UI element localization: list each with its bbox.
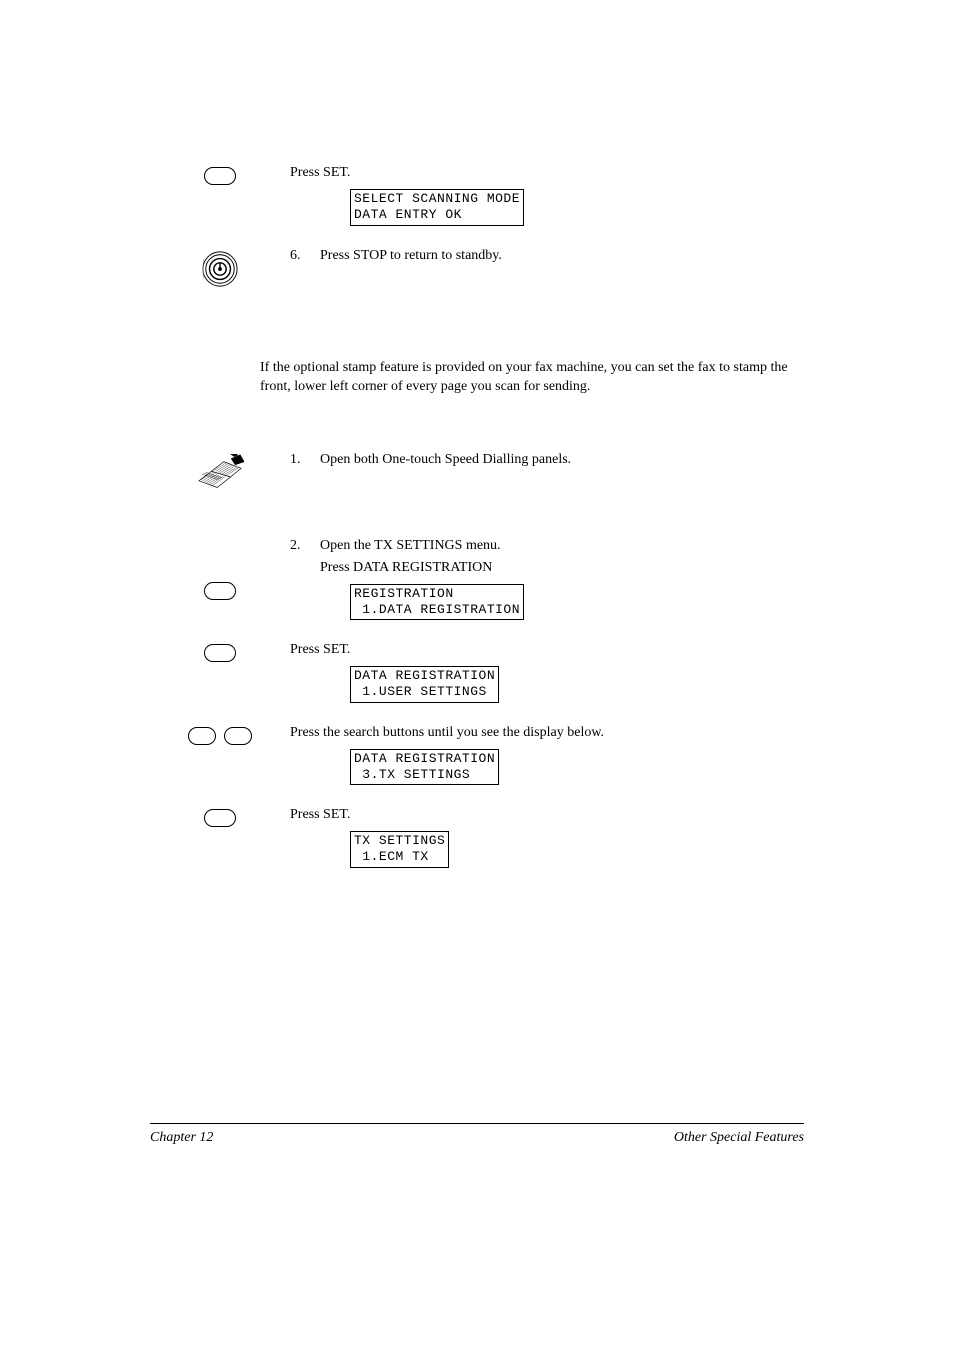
step-2-text: Open the TX SETTINGS menu. (320, 538, 501, 553)
step-6-number: 6. (290, 248, 320, 264)
lcd-display-scanning-mode: SELECT SCANNING MODE DATA ENTRY OK (350, 189, 524, 226)
page-content: Press SET. SELECT SCANNING MODE DATA ENT… (0, 0, 954, 1351)
set-button-icon (204, 167, 236, 185)
lcd-display-user-settings: DATA REGISTRATION 1.USER SETTINGS (350, 666, 499, 703)
stop-button-icon (201, 250, 239, 288)
set-button-icon (204, 809, 236, 827)
dialling-panel-icon (196, 454, 244, 503)
step-2: 2.Open the TX SETTINGS menu. Press DATA … (150, 538, 804, 580)
step-1-number: 1. (290, 452, 320, 468)
step-1-text: Open both One-touch Speed Dialling panel… (320, 452, 571, 467)
step-2-number: 2. (290, 538, 320, 554)
step-2-press-set-4: Press SET. TX SETTINGS 1.ECM TX (150, 807, 804, 880)
intro-paragraph: If the optional stamp feature is provide… (260, 358, 804, 397)
step-2-sub1: Press DATA REGISTRATION (320, 560, 804, 576)
lcd-display-registration: REGISTRATION 1.DATA REGISTRATION (350, 584, 524, 621)
lcd-display-tx-settings: DATA REGISTRATION 3.TX SETTINGS (350, 749, 499, 786)
press-set-label-4: Press SET. (290, 807, 804, 823)
set-button-icon (204, 644, 236, 662)
press-set-label-a: Press SET. (290, 165, 804, 181)
footer-chapter: Chapter 12 (150, 1130, 213, 1146)
page-footer: Chapter 12 Other Special Features (150, 1123, 804, 1146)
step-6: 6.Press STOP to return to standby. (150, 248, 804, 288)
step-6-text: Press STOP to return to standby. (320, 248, 502, 263)
footer-title: Other Special Features (674, 1130, 804, 1146)
step-2-search: Press the search buttons until you see t… (150, 725, 804, 798)
step-press-set-a: Press SET. SELECT SCANNING MODE DATA ENT… (150, 165, 804, 238)
step-2-data-reg: REGISTRATION 1.DATA REGISTRATION (150, 580, 804, 633)
data-registration-button-icon (204, 582, 236, 600)
step-1: 1.Open both One-touch Speed Dialling pan… (150, 452, 804, 503)
press-set-label-2: Press SET. (290, 642, 804, 658)
step-2-press-set: Press SET. DATA REGISTRATION 1.USER SETT… (150, 642, 804, 715)
press-search-label: Press the search buttons until you see t… (290, 725, 804, 741)
search-next-button-icon (224, 727, 252, 745)
lcd-display-ecm-tx: TX SETTINGS 1.ECM TX (350, 831, 449, 868)
search-prev-button-icon (188, 727, 216, 745)
